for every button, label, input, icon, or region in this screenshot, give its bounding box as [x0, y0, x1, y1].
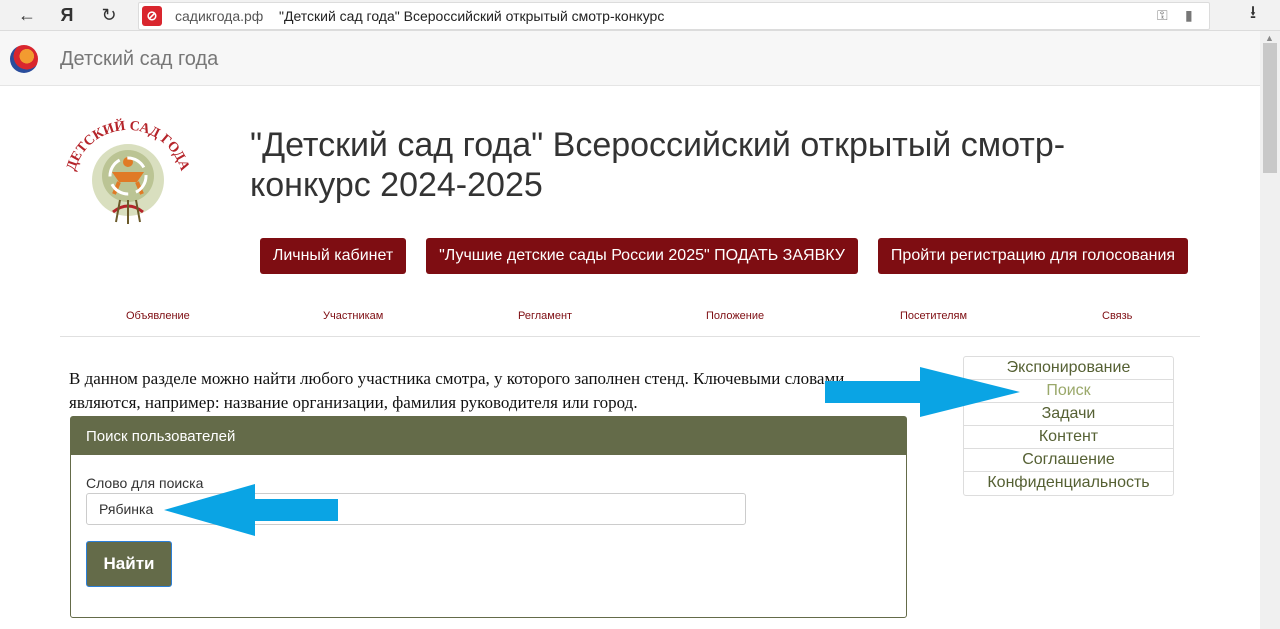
scroll-up-icon[interactable]: ▲ [1265, 33, 1274, 43]
menu-item-contact[interactable]: Связь [1102, 310, 1132, 322]
site-favicon-icon: ⊘ [142, 6, 162, 26]
intro-text: В данном разделе можно найти любого учас… [69, 369, 845, 412]
page-title: "Детский сад года" Всероссийский открыты… [250, 126, 1066, 204]
scrollbar[interactable]: ▲ [1260, 31, 1280, 629]
side-item-content[interactable]: Контент [964, 426, 1173, 449]
menu-item-visitors[interactable]: Посетителям [900, 310, 967, 322]
download-icon[interactable]: ⭳ [1240, 2, 1266, 28]
address-bar[interactable]: ⊘ садикгода.рф "Детский сад года" Всерос… [138, 2, 1210, 30]
cabinet-button[interactable]: Личный кабинет [260, 238, 406, 274]
url-page-title: "Детский сад года" Всероссийский открыты… [279, 8, 665, 24]
reload-icon[interactable]: ↻ [96, 2, 122, 28]
browser-toolbar: ← Я ↻ ⊘ садикгода.рф "Детский сад года" … [0, 0, 1280, 31]
menu-item-regulations[interactable]: Регламент [518, 310, 572, 322]
main-menu: Объявление Участникам Регламент Положени… [60, 300, 1200, 337]
url-domain: садикгода.рф [175, 8, 264, 24]
scroll-thumb[interactable] [1263, 43, 1277, 173]
annotation-arrow-input-icon [164, 484, 338, 536]
search-panel-header: Поиск пользователей [71, 417, 906, 455]
bookmark-icon[interactable]: ▮ [1185, 7, 1193, 24]
yandex-icon[interactable]: Я [54, 2, 80, 28]
kindergarten-logo: ДЕТСКИЙ САД ГОДА [64, 117, 192, 224]
find-button[interactable]: Найти [86, 541, 172, 587]
register-button[interactable]: Пройти регистрацию для голосования [878, 238, 1188, 274]
site-header-title[interactable]: Детский сад года [60, 48, 218, 71]
key-icon[interactable]: ⚿ [1157, 7, 1168, 24]
site-logo-icon[interactable] [10, 45, 38, 73]
menu-item-announcement[interactable]: Объявление [126, 310, 190, 322]
site-header: Детский сад года [0, 31, 1260, 86]
search-panel-title: Поиск пользователей [86, 427, 236, 445]
side-item-agreement[interactable]: Соглашение [964, 449, 1173, 472]
annotation-arrow-side-icon [825, 367, 1020, 417]
apply-button[interactable]: "Лучшие детские сады России 2025" ПОДАТЬ… [426, 238, 858, 274]
menu-item-participants[interactable]: Участникам [323, 310, 383, 322]
menu-item-provisions[interactable]: Положение [706, 310, 764, 322]
back-icon[interactable]: ← [14, 2, 40, 28]
side-item-privacy[interactable]: Конфиденциальность [964, 472, 1173, 494]
